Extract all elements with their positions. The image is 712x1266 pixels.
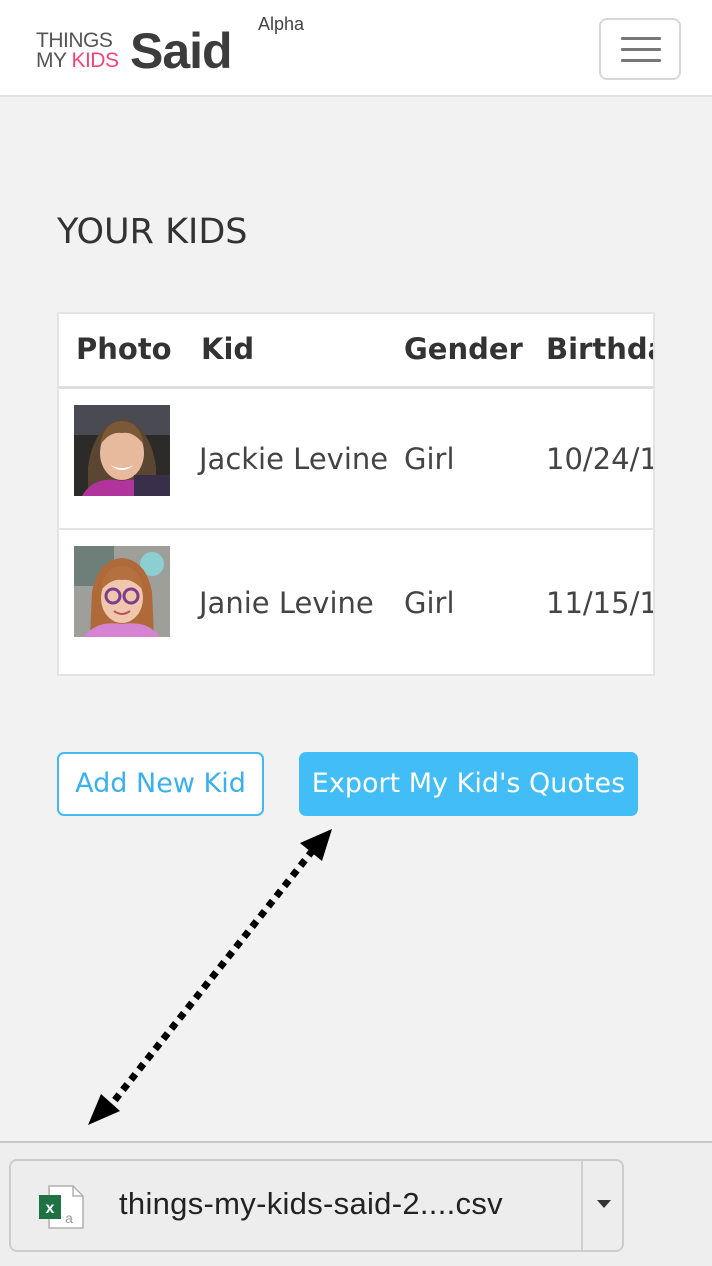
download-filename[interactable]: things-my-kids-said-2....csv bbox=[119, 1186, 503, 1222]
download-bar: x a things-my-kids-said-2....csv bbox=[0, 1141, 712, 1266]
annotation-arrow bbox=[88, 829, 332, 1125]
svg-text:x: x bbox=[46, 1200, 55, 1217]
download-divider bbox=[581, 1161, 583, 1250]
download-item[interactable]: x a things-my-kids-said-2....csv bbox=[9, 1159, 624, 1252]
arrowhead-up bbox=[300, 829, 332, 861]
svg-text:a: a bbox=[65, 1210, 73, 1226]
caret-down-icon[interactable] bbox=[597, 1200, 611, 1208]
excel-file-icon: x a bbox=[39, 1185, 84, 1229]
